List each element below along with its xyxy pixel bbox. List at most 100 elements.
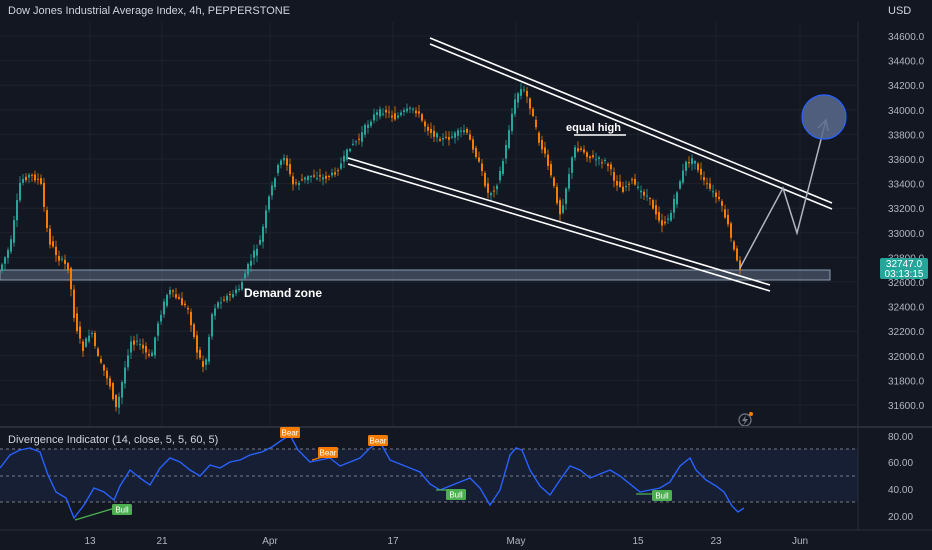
price-tick-label: 33400.0	[888, 180, 925, 191]
candle-body	[163, 301, 165, 315]
chart-canvas[interactable]: equal high Demand zone 34600.0 34400.0 342…	[0, 0, 932, 550]
candle-body	[427, 126, 429, 131]
candle-body	[658, 211, 660, 221]
indicator-tick-label: 40.00	[888, 485, 913, 496]
candle-body	[607, 163, 609, 167]
candle-body	[346, 149, 348, 160]
candle-body	[460, 130, 462, 132]
candle-body	[700, 168, 702, 175]
candle-body	[238, 288, 240, 291]
candle-body	[205, 359, 207, 365]
candle-body	[175, 294, 177, 298]
time-tick-label: 17	[387, 536, 399, 547]
candle-body	[76, 313, 78, 332]
target-circle[interactable]	[801, 94, 847, 140]
candle-body	[13, 220, 15, 243]
candle-body	[481, 163, 483, 172]
candle-body	[271, 185, 273, 196]
divergence-signal-bull: Bull	[112, 504, 132, 515]
candle-body	[115, 394, 117, 407]
candle-body	[523, 89, 525, 91]
price-tick-label: 33200.0	[888, 204, 925, 215]
candle-body	[301, 179, 303, 181]
candle-body	[262, 226, 264, 242]
candle-body	[685, 161, 687, 171]
candle-body	[505, 145, 507, 159]
candle-body	[151, 352, 153, 356]
candle-body	[349, 149, 351, 152]
candle-body	[289, 164, 291, 175]
time-tick-label: 15	[632, 536, 644, 547]
indicator-title[interactable]: Divergence Indicator (14, close, 5, 5, 6…	[8, 434, 218, 446]
candle-body	[241, 282, 243, 290]
candle-body	[70, 268, 72, 290]
candle-body	[430, 128, 432, 134]
candle-body	[610, 164, 612, 170]
candle-body	[19, 182, 21, 201]
candle-body	[208, 336, 210, 362]
divergence-signal-bull: Bull	[652, 490, 672, 501]
candle-body	[637, 186, 639, 188]
candle-body	[646, 195, 648, 197]
candle-body	[235, 289, 237, 294]
candle-body	[265, 210, 267, 229]
candle-body	[232, 294, 234, 298]
divergence-signal-label: Bear	[282, 429, 299, 438]
candle-body	[388, 111, 390, 113]
candle-body	[352, 143, 354, 145]
candle-body	[487, 183, 489, 193]
divergence-signal-label: Bull	[115, 506, 129, 515]
candle-body	[703, 177, 705, 181]
candle-body	[604, 160, 606, 162]
candle-body	[379, 109, 381, 117]
indicator-axis[interactable]: 80.00 60.00 40.00 20.00	[888, 432, 913, 523]
candle-body	[520, 89, 522, 96]
candle-body	[583, 149, 585, 153]
candle-body	[67, 263, 69, 271]
candle-body	[382, 113, 384, 115]
candle-body	[490, 193, 492, 196]
candle-body	[319, 175, 321, 177]
candle-body	[178, 296, 180, 299]
price-axis[interactable]: 34600.0 34400.0 34200.0 34000.0 33800.0 33600…	[888, 32, 925, 412]
candle-body	[25, 176, 27, 181]
price-tick-label: 31800.0	[888, 376, 925, 387]
candle-body	[682, 170, 684, 183]
candle-body	[463, 130, 465, 133]
candle-body	[10, 239, 12, 252]
candle-body	[418, 111, 420, 114]
candle-body	[28, 174, 30, 178]
candle-body	[400, 112, 402, 116]
candle-body	[613, 171, 615, 181]
candle-body	[409, 107, 411, 109]
candle-body	[724, 209, 726, 218]
candle-body	[181, 298, 183, 305]
candle-body	[718, 196, 720, 200]
candle-body	[229, 294, 231, 296]
candle-body	[589, 156, 591, 159]
candle-body	[124, 367, 126, 384]
candle-body	[373, 114, 375, 121]
chart-window[interactable]: Dow Jones Industrial Average Index, 4h, …	[0, 0, 932, 550]
candle-body	[103, 364, 105, 371]
candle-body	[328, 176, 330, 178]
candle-body	[655, 205, 657, 215]
candle-body	[286, 158, 288, 166]
candle-body	[307, 176, 309, 181]
candle-body	[415, 110, 417, 114]
candle-body	[466, 129, 468, 133]
candle-body	[31, 174, 33, 176]
candle-body	[526, 90, 528, 97]
candle-body	[244, 273, 246, 279]
candle-body	[211, 314, 213, 337]
candle-body	[688, 162, 690, 164]
candle-body	[253, 250, 255, 258]
indicator-tick-label: 60.00	[888, 458, 913, 469]
candle-body	[421, 114, 423, 121]
candle-body	[85, 338, 87, 347]
time-axis[interactable]: 13 21 Apr 17 May 15 23 Jun	[84, 536, 808, 547]
candle-body	[406, 108, 408, 112]
candle-body	[469, 134, 471, 140]
time-tick-label: 21	[156, 536, 168, 547]
equal-high-label: equal high	[566, 122, 621, 134]
